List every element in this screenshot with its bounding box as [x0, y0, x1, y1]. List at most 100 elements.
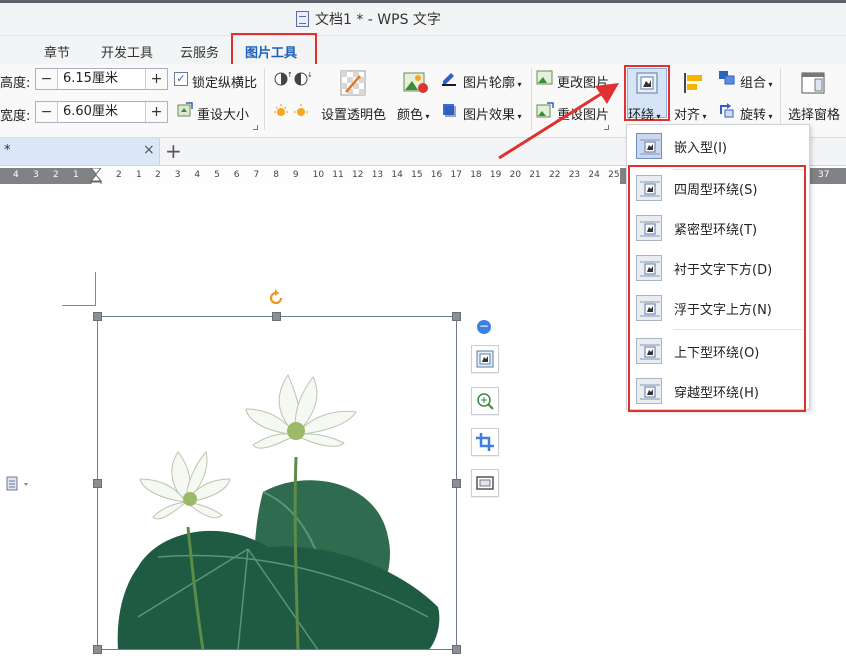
ruler-tick: 15: [411, 170, 423, 180]
resize-handle-bottom-left[interactable]: [93, 645, 102, 654]
margin-guide-vertical: [95, 272, 96, 305]
resize-handle-right[interactable]: [452, 479, 461, 488]
tab-chapter[interactable]: 章节: [44, 42, 70, 61]
width-label: 宽度:: [0, 109, 31, 124]
red-annotation-arrow: [498, 83, 619, 160]
layout-options-icon: [476, 350, 494, 368]
wrap-option-inline[interactable]: 嵌入型(I): [627, 127, 809, 165]
width-stepper[interactable]: − 6.60厘米 +: [35, 101, 168, 123]
ribbon-tab-bar: 章节 开发工具 云服务 图片工具: [0, 36, 846, 64]
align-icon[interactable]: [682, 72, 704, 94]
reset-size-button[interactable]: 重设大小: [197, 104, 249, 123]
selection-pane-button[interactable]: 选择窗格: [788, 104, 840, 123]
align-label: 对齐: [674, 108, 701, 123]
set-transparent-color-button[interactable]: 设置透明色: [321, 104, 386, 123]
lock-aspect-ratio-checkbox[interactable]: ✓: [174, 72, 188, 86]
inline-wrap-icon: [636, 133, 662, 159]
ruler-tick: 24: [588, 170, 600, 180]
ruler-tick: 17: [450, 170, 462, 180]
picture-color-label: 颜色: [397, 108, 424, 123]
ruler-tick: 22: [549, 170, 561, 180]
paragraph-layout-icon[interactable]: [6, 476, 34, 492]
border-frame-icon: [476, 476, 494, 490]
resize-handle-top[interactable]: [272, 312, 281, 321]
document-tab[interactable]: * ×: [0, 138, 160, 165]
separator: [780, 68, 781, 130]
ruler-tick: 19: [489, 170, 502, 180]
ruler-tick: 1: [73, 170, 79, 180]
layout-options-button[interactable]: [471, 345, 499, 373]
height-increase-button[interactable]: +: [145, 69, 167, 89]
new-tab-button[interactable]: +: [165, 139, 182, 163]
rotate-handle-icon[interactable]: [267, 289, 285, 307]
width-decrease-button[interactable]: −: [36, 102, 58, 122]
wrap-label-text: 环绕: [628, 108, 655, 123]
ruler-tick-end: 37: [818, 170, 830, 180]
picture-color-button[interactable]: 颜色 ▾: [397, 104, 430, 123]
separator: [264, 68, 265, 130]
picture-tools-highlight-box: [231, 33, 317, 66]
picture-outline-icon[interactable]: [441, 70, 457, 86]
set-transparent-color-icon[interactable]: [340, 70, 366, 96]
ruler-tick: 12: [352, 170, 364, 180]
wrap-icon[interactable]: [636, 72, 658, 94]
rotate-button[interactable]: 旋转 ▾: [740, 104, 773, 123]
height-value[interactable]: 6.15厘米: [58, 69, 145, 89]
reset-size-icon[interactable]: [177, 102, 193, 118]
ruler-tick: 10: [312, 170, 325, 180]
zoom-picture-button[interactable]: [471, 387, 499, 415]
ruler-tick: 3: [33, 170, 39, 180]
ruler-tick: 3: [174, 170, 181, 180]
height-label: 高度:: [0, 76, 31, 91]
width-increase-button[interactable]: +: [145, 102, 167, 122]
document-icon: [296, 11, 309, 27]
height-stepper[interactable]: − 6.15厘米 +: [35, 68, 168, 90]
ruler-tick: 7: [253, 170, 260, 180]
lock-aspect-ratio-label[interactable]: 锁定纵横比: [192, 72, 257, 91]
title-bar: 文档1 * - WPS 文字: [0, 0, 846, 36]
rotate-icon[interactable]: [718, 102, 736, 118]
tab-partial: [0, 43, 2, 59]
resize-handle-top-right[interactable]: [452, 312, 461, 321]
ruler-tick: 2: [155, 170, 161, 180]
resize-handle-top-left[interactable]: [93, 312, 102, 321]
ruler-tick: 14: [391, 170, 403, 180]
wrap-options-highlight-box: [628, 165, 806, 412]
crop-picture-button[interactable]: [471, 428, 499, 456]
picture-border-button[interactable]: [471, 469, 499, 497]
picture-effect-icon[interactable]: [441, 102, 457, 118]
picture-color-icon[interactable]: [403, 70, 429, 94]
group-label: 组合: [740, 76, 767, 91]
ruler-tick: 9: [292, 170, 299, 180]
brightness-icon[interactable]: [273, 102, 313, 120]
window-title: 文档1 * - WPS 文字: [296, 9, 441, 29]
align-button[interactable]: 对齐 ▾: [674, 104, 707, 123]
document-tab-name[interactable]: *: [4, 143, 11, 158]
ruler-tick: 5: [214, 170, 220, 180]
width-value[interactable]: 6.60厘米: [58, 102, 145, 122]
margin-guide-horizontal: [62, 305, 96, 306]
group-icon[interactable]: [718, 70, 736, 86]
window-top-border: [0, 0, 846, 3]
selection-pane-icon[interactable]: [801, 72, 825, 94]
collapse-toolbar-icon[interactable]: −: [477, 320, 491, 334]
tab-developer-tools[interactable]: 开发工具: [101, 42, 153, 61]
height-decrease-button[interactable]: −: [36, 69, 58, 89]
tab-cloud-services[interactable]: 云服务: [180, 42, 219, 61]
group-button[interactable]: 组合 ▾: [740, 72, 773, 91]
picture-selection-frame[interactable]: [97, 316, 457, 650]
wrap-label[interactable]: 环绕 ▾: [628, 104, 661, 123]
resize-handle-left[interactable]: [93, 479, 102, 488]
ruler-tick: 6: [233, 170, 240, 180]
svg-text:↓: ↓: [307, 71, 313, 79]
size-dialog-launcher[interactable]: [253, 125, 258, 130]
ruler-tick: 16: [430, 170, 443, 180]
wrap-option-inline-label: 嵌入型(I): [674, 140, 727, 156]
close-tab-icon[interactable]: ×: [143, 142, 155, 158]
ruler-tick: 2: [116, 170, 122, 180]
contrast-icon[interactable]: ↑ ↓: [273, 70, 313, 88]
resize-handle-bottom-right[interactable]: [452, 645, 461, 654]
crop-icon: [476, 433, 494, 451]
svg-text:↑: ↑: [287, 71, 293, 79]
ruler-tick: 20: [509, 170, 522, 180]
